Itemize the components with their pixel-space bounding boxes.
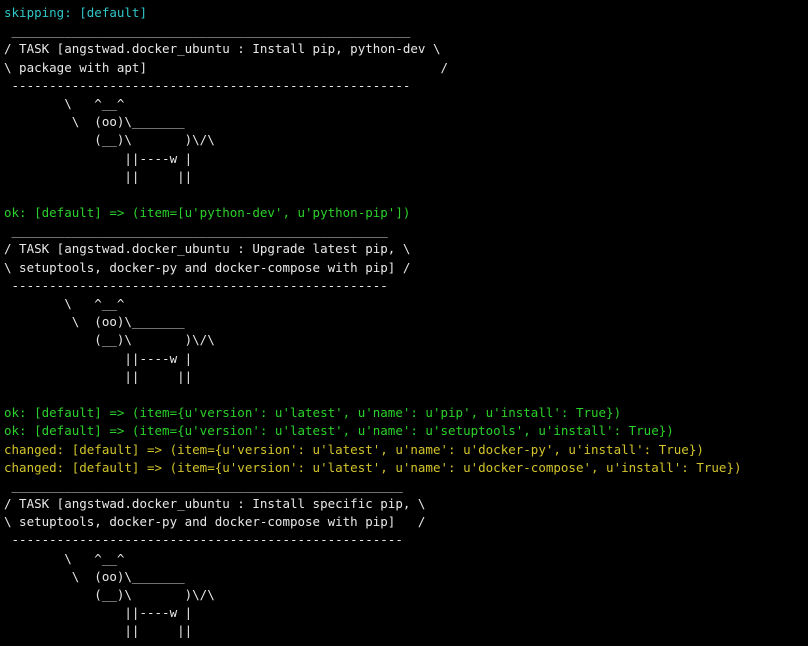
task-header-line: \ package with apt] / [4, 59, 449, 75]
changed-status-line: changed: [default] => (item={u'version':… [4, 459, 742, 475]
cowsay-bubble-top-border: ________________________________________… [4, 477, 403, 493]
cowsay-bubble-bottom-border: ----------------------------------------… [4, 532, 403, 548]
cowsay-art-line: \ ^__^ [4, 296, 125, 311]
ok-status-line: ok: [default] => (item=[u'python-dev', u… [4, 205, 411, 221]
cowsay-art-line: \ ^__^ [4, 550, 125, 566]
cowsay-art-line: (__)\ )\/\ [4, 587, 215, 602]
cowsay-art-line: (__)\ )\/\ [4, 132, 215, 148]
cowsay-art-line: \ (oo)\_______ [4, 568, 185, 584]
cowsay-bubble-bottom-border: ----------------------------------------… [4, 277, 388, 293]
task-header-line: \ setuptools, docker-py and docker-compo… [4, 259, 411, 275]
task-header-line: \ setuptools, docker-py and docker-compo… [4, 514, 426, 530]
terminal-output[interactable]: skipping: [default] ____________________… [0, 0, 808, 646]
cowsay-art-line: ||----w | [4, 150, 193, 166]
cowsay-art-line: || || [4, 168, 193, 184]
task-header-line: / TASK [angstwad.docker_ubuntu : Upgrade… [4, 241, 411, 257]
ok-status-line: ok: [default] => (item={u'version': u'la… [4, 405, 622, 421]
cowsay-art-line: \ (oo)\_______ [4, 114, 185, 130]
cowsay-art-line: (__)\ )\/\ [4, 332, 215, 348]
cowsay-art-line: \ (oo)\_______ [4, 314, 185, 330]
skipping-status-line: skipping: [default] [4, 5, 147, 20]
cowsay-art-line: ||----w | [4, 605, 193, 621]
task-header-line: / TASK [angstwad.docker_ubuntu : Install… [4, 496, 426, 512]
cowsay-art-line: \ ^__^ [4, 95, 125, 111]
cowsay-bubble-top-border: ________________________________________… [4, 23, 411, 39]
ok-status-line: ok: [default] => (item={u'version': u'la… [4, 423, 674, 439]
cowsay-bubble-top-border: ________________________________________… [4, 223, 388, 239]
cowsay-art-line: ||----w | [4, 350, 193, 366]
cowsay-art-line: || || [4, 623, 193, 639]
task-header-line: / TASK [angstwad.docker_ubuntu : Install… [4, 41, 441, 57]
cowsay-art-line: || || [4, 368, 193, 384]
cowsay-bubble-bottom-border: ----------------------------------------… [4, 77, 411, 93]
changed-status-line: changed: [default] => (item={u'version':… [4, 441, 704, 457]
